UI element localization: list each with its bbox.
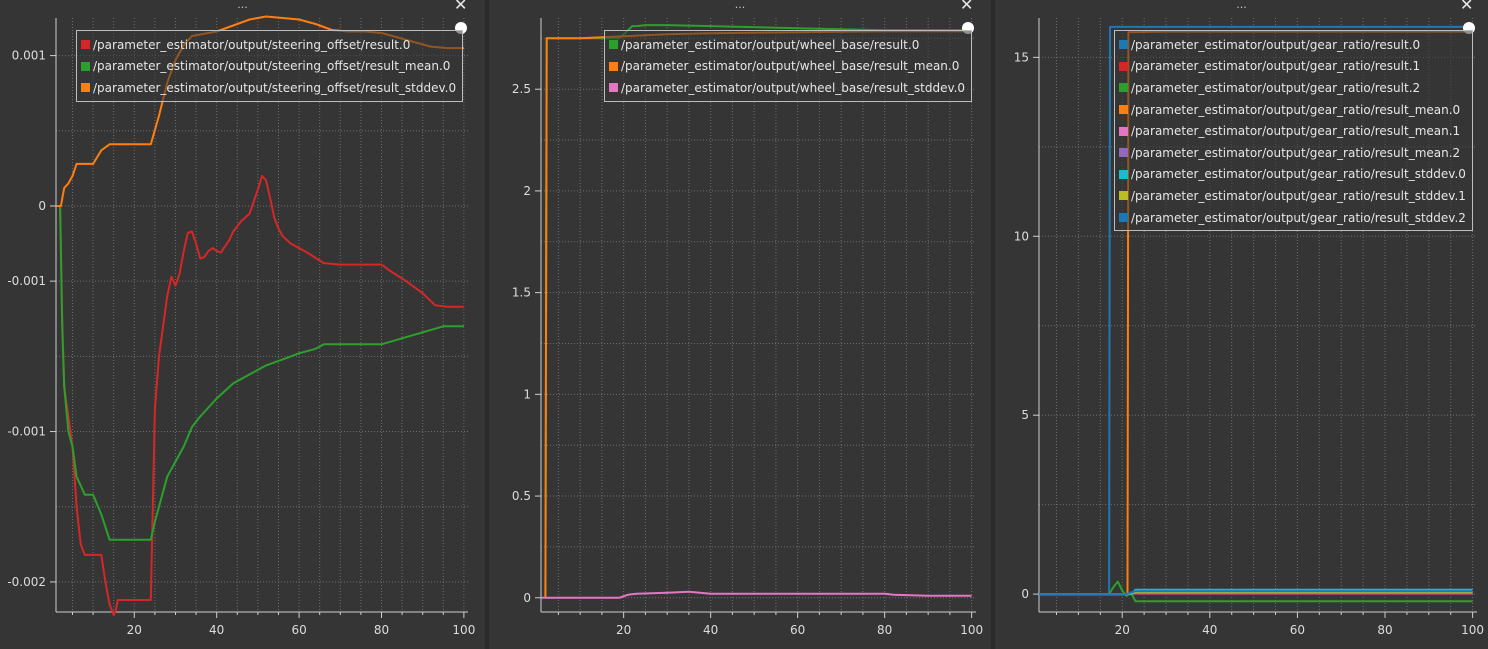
x-tick-label: 100 [960,623,983,637]
legend-swatch [1119,191,1128,201]
y-tick-label: 0 [1021,587,1029,601]
series-group [56,15,464,616]
x-tick-label: 80 [374,623,389,637]
y-tick-label: 0.5 [512,489,531,503]
x-tick-label: 20 [1115,623,1130,637]
x-tick-label: 40 [1202,623,1217,637]
x-tick-label: 60 [291,623,306,637]
legend-label: /parameter_estimator/output/gear_ratio/r… [1131,145,1461,160]
legend-entry[interactable]: /parameter_estimator/output/wheel_base/r… [609,56,965,78]
plot-panel-wheel-base[interactable]: 20 40 60 80 100 0 0.5 1 1.5 2 2.5 ... ✕ /parameter… [489,0,991,649]
x-tick-label: 60 [1290,623,1305,637]
legend[interactable]: /parameter_estimator/output/wheel_base/r… [604,30,973,102]
series-group [541,24,972,599]
plot-panel-steering-offset[interactable]: 20 40 60 80 100 0.001 0 -0.001 -0.001 -0.002 ... … [0,0,485,649]
legend-label: /parameter_estimator/output/gear_ratio/r… [1131,80,1421,95]
plot-panel-gear-ratio[interactable]: 20 40 60 80 100 0 5 10 15 ... ✕ /parameter_estim… [995,0,1488,649]
legend-label: /parameter_estimator/output/steering_off… [93,80,457,95]
legend[interactable]: /parameter_estimator/output/gear_ratio/r… [1114,30,1473,232]
legend-label: /parameter_estimator/output/wheel_base/r… [621,80,966,95]
legend-swatch [81,40,90,50]
legend-label: /parameter_estimator/output/gear_ratio/r… [1131,210,1466,225]
close-icon[interactable]: ✕ [454,0,467,13]
y-tick-label: 0 [523,591,531,605]
legend[interactable]: /parameter_estimator/output/steering_off… [76,30,464,102]
legend-label: /parameter_estimator/output/steering_off… [93,59,451,74]
legend-swatch [81,61,90,71]
legend-swatch [1119,61,1128,71]
x-tick-label: 100 [452,623,475,637]
series-line-0 [544,24,972,598]
series-line-0 [59,174,464,616]
close-icon[interactable]: ✕ [960,0,973,13]
legend-label: /parameter_estimator/output/gear_ratio/r… [1131,124,1461,139]
legend-label: /parameter_estimator/output/gear_ratio/r… [1131,59,1421,74]
legend-entry[interactable]: /parameter_estimator/output/gear_ratio/r… [1119,142,1466,164]
legend-entry[interactable]: /parameter_estimator/output/gear_ratio/r… [1119,99,1466,121]
legend-swatch [1119,126,1128,136]
legend-entry[interactable]: /parameter_estimator/output/wheel_base/r… [609,77,965,99]
series-line-1 [59,205,464,541]
legend-entry[interactable]: /parameter_estimator/output/wheel_base/r… [609,34,965,56]
x-tick-label: 80 [877,623,892,637]
legend-label: /parameter_estimator/output/gear_ratio/r… [1131,102,1461,117]
legend-label: /parameter_estimator/output/gear_ratio/r… [1131,37,1421,52]
legend-entry[interactable]: /parameter_estimator/output/steering_off… [81,56,456,78]
y-tick-label: 0.001 [12,49,46,63]
panel-title: ... [1236,0,1247,11]
legend-entry[interactable]: /parameter_estimator/output/gear_ratio/r… [1119,77,1466,99]
legend-swatch [609,61,618,71]
legend-label: /parameter_estimator/output/wheel_base/r… [621,37,920,52]
legend-entry[interactable]: /parameter_estimator/output/gear_ratio/r… [1119,207,1466,229]
panel-title: ... [734,0,746,11]
legend-label: /parameter_estimator/output/steering_off… [93,37,411,52]
legend-entry[interactable]: /parameter_estimator/output/gear_ratio/r… [1119,164,1466,186]
y-tick-label: 2 [523,184,531,198]
legend-swatch [609,83,618,93]
legend-label: /parameter_estimator/output/gear_ratio/r… [1131,188,1466,203]
legend-entry[interactable]: /parameter_estimator/output/gear_ratio/r… [1119,34,1466,56]
panel-title: ... [237,0,248,11]
y-tick-label: -0.001 [7,425,46,439]
legend-swatch [1119,148,1128,158]
y-tick-label: -0.001 [7,274,46,288]
legend-swatch [1119,169,1128,179]
y-tick-label: 1.5 [512,286,531,300]
x-tick-label: 40 [209,623,224,637]
y-tick-label: -0.002 [7,575,46,589]
series-line-1 [544,30,972,598]
y-tick-label: 1 [523,387,531,401]
legend-label: /parameter_estimator/output/wheel_base/r… [621,59,960,74]
legend-label: /parameter_estimator/output/gear_ratio/r… [1131,167,1466,182]
x-tick-label: 40 [703,623,718,637]
x-tick-label: 20 [616,623,631,637]
x-tick-label: 100 [1461,623,1484,637]
legend-swatch [609,40,618,50]
y-tick-label: 10 [1014,229,1029,243]
legend-swatch [1119,40,1128,50]
legend-entry[interactable]: /parameter_estimator/output/gear_ratio/r… [1119,185,1466,207]
legend-swatch [81,83,90,93]
close-icon[interactable]: ✕ [1460,0,1473,13]
x-tick-label: 60 [790,623,805,637]
legend-entry[interactable]: /parameter_estimator/output/gear_ratio/r… [1119,120,1466,142]
x-tick-label: 20 [127,623,142,637]
legend-entry[interactable]: /parameter_estimator/output/gear_ratio/r… [1119,56,1466,78]
legend-entry[interactable]: /parameter_estimator/output/steering_off… [81,34,456,56]
x-tick-label: 80 [1377,623,1392,637]
series-line-2 [541,590,972,599]
y-tick-label: 15 [1014,50,1029,64]
grid [56,18,468,612]
legend-entry[interactable]: /parameter_estimator/output/steering_off… [81,77,456,99]
legend-swatch [1119,213,1128,223]
grid [541,18,976,612]
y-tick-label: 0 [38,199,46,213]
y-tick-label: 2.5 [512,82,531,96]
legend-swatch [1119,83,1128,93]
legend-swatch [1119,105,1128,115]
y-tick-label: 5 [1021,408,1029,422]
